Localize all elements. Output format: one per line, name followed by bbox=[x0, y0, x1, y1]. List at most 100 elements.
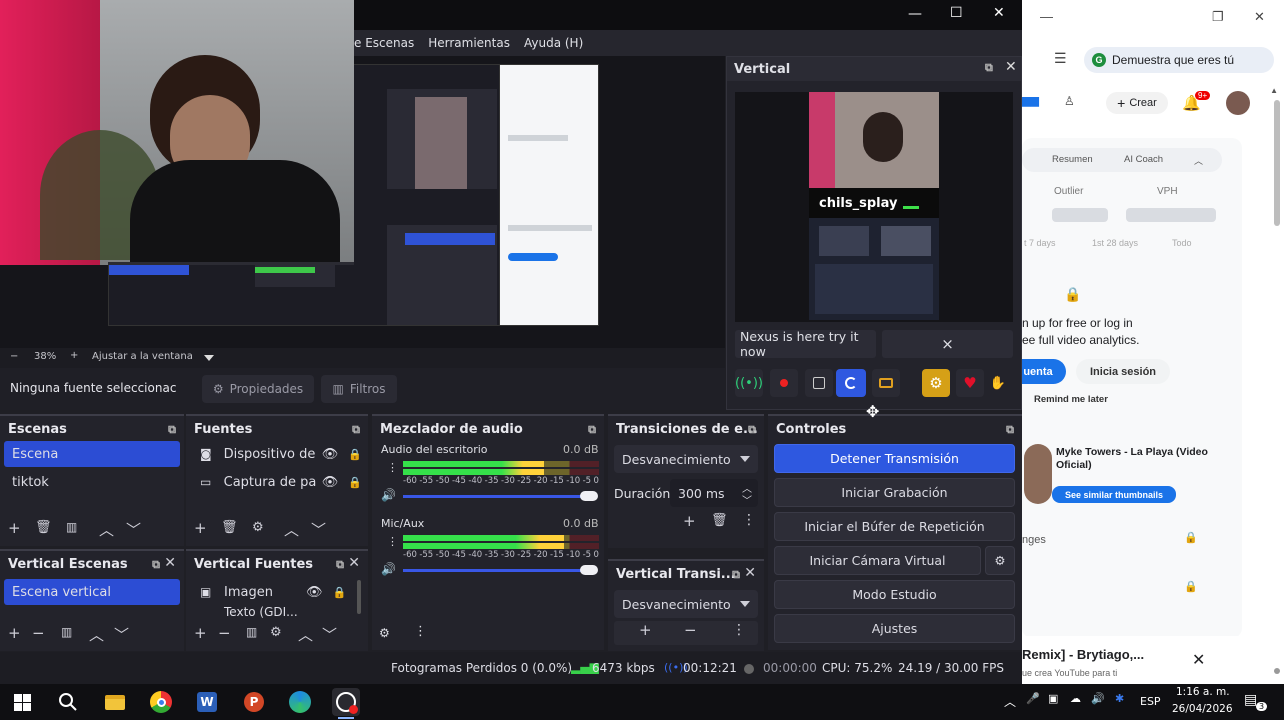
vscene-filter-icon[interactable]: ▥ bbox=[61, 625, 72, 639]
source-item[interactable]: ◙ Dispositivo de ca 👁 🔒 bbox=[192, 441, 362, 467]
fit-window-label[interactable]: Ajustar a la ventana bbox=[92, 351, 193, 362]
verify-pill[interactable]: G Demuestra que eres tú bbox=[1084, 47, 1274, 73]
chevron-up-icon[interactable]: ︿ bbox=[1194, 154, 1203, 167]
move-down-icon[interactable]: ﹀ bbox=[114, 624, 129, 645]
handshake-icon[interactable]: ✋ bbox=[986, 369, 1010, 397]
move-up-icon[interactable]: ︿ bbox=[298, 624, 313, 645]
add-vsource-button[interactable]: + bbox=[194, 624, 207, 642]
move-down-icon[interactable]: ﹀ bbox=[311, 519, 326, 540]
vsource-filter-icon[interactable]: ▥ bbox=[246, 625, 257, 639]
windows-start-icon[interactable] bbox=[8, 688, 36, 716]
banner-close-button[interactable]: × bbox=[882, 330, 1013, 358]
move-up-icon[interactable]: ︿ bbox=[89, 624, 104, 645]
tab-summary[interactable]: Resumen bbox=[1052, 154, 1093, 165]
powerpoint-icon[interactable]: P bbox=[240, 688, 268, 716]
add-source-button[interactable]: + bbox=[194, 519, 207, 537]
volume-slider[interactable] bbox=[403, 569, 597, 572]
settings-gear-icon[interactable]: ⚙ bbox=[922, 369, 950, 397]
replay-icon[interactable] bbox=[836, 369, 866, 397]
clock-time[interactable]: 1:16 a. m. bbox=[1176, 686, 1230, 698]
range-option[interactable]: t 7 days bbox=[1024, 238, 1056, 248]
obs-icon[interactable] bbox=[332, 688, 360, 716]
virtual-camera-settings-button[interactable]: ⚙ bbox=[985, 546, 1015, 575]
scrollbar[interactable] bbox=[357, 580, 361, 614]
minimize-button[interactable]: — bbox=[1040, 9, 1053, 24]
chevron-up-icon[interactable]: ︿ bbox=[1004, 693, 1016, 710]
more-vert-icon[interactable]: ⋮ bbox=[387, 535, 398, 548]
clock-date[interactable]: 26/04/2026 bbox=[1172, 703, 1233, 715]
file-explorer-icon[interactable] bbox=[101, 688, 129, 716]
float-icon[interactable]: ⧉ bbox=[588, 423, 596, 437]
minimize-button[interactable]: — bbox=[908, 6, 922, 22]
range-option[interactable]: Todo bbox=[1172, 238, 1192, 248]
eye-icon[interactable]: 👁 bbox=[322, 447, 339, 462]
scene-item[interactable]: Escena bbox=[4, 441, 180, 467]
account-button[interactable]: uenta bbox=[1022, 359, 1066, 384]
scene-filter-icon[interactable]: ▥ bbox=[66, 520, 77, 534]
remove-vtransition-button[interactable]: − bbox=[684, 621, 697, 639]
range-option[interactable]: 1st 28 days bbox=[1092, 238, 1138, 248]
restore-button[interactable]: ❐ bbox=[1212, 9, 1224, 25]
queue-icon[interactable]: ☰ bbox=[1054, 50, 1067, 67]
move-down-icon[interactable]: ﹀ bbox=[126, 519, 141, 540]
menu-scenes[interactable]: e Escenas bbox=[354, 36, 414, 50]
move-down-icon[interactable]: ﹀ bbox=[322, 624, 337, 645]
lock-icon[interactable]: 🔒 bbox=[333, 586, 347, 599]
remove-vscene-button[interactable]: − bbox=[32, 624, 45, 642]
video-thumbnail[interactable] bbox=[1024, 444, 1052, 504]
move-up-icon[interactable]: ︿ bbox=[284, 519, 299, 540]
add-transition-button[interactable]: + bbox=[683, 512, 696, 530]
close-icon[interactable]: ✕ bbox=[1192, 650, 1205, 670]
scroll-down-indicator[interactable] bbox=[1274, 668, 1280, 674]
filters-button[interactable]: ▥ Filtros bbox=[321, 375, 397, 403]
word-icon[interactable]: W bbox=[193, 688, 221, 716]
chevron-down-icon[interactable] bbox=[204, 355, 214, 361]
float-icon[interactable]: ⧉ bbox=[748, 423, 756, 437]
create-button[interactable]: + Crear bbox=[1106, 92, 1168, 114]
speaker-icon[interactable]: 🔊 bbox=[381, 488, 396, 502]
eye-icon[interactable]: 👁 bbox=[322, 475, 339, 490]
remind-later-link[interactable]: Remind me later bbox=[1034, 394, 1108, 405]
properties-button[interactable]: ⚙ Propiedades bbox=[202, 375, 314, 403]
vertical-source-item[interactable]: Texto (GDI... bbox=[192, 605, 352, 619]
similar-thumbnails-button[interactable]: See similar thumbnails bbox=[1052, 486, 1176, 503]
tab-ai-coach[interactable]: AI Coach bbox=[1124, 154, 1163, 165]
avatar[interactable] bbox=[1226, 91, 1250, 115]
start-recording-button[interactable]: Iniciar Grabación bbox=[774, 478, 1015, 507]
close-icon[interactable]: ✕ bbox=[744, 565, 756, 581]
volume-slider[interactable] bbox=[403, 495, 597, 498]
close-icon[interactable]: ✕ bbox=[348, 555, 360, 571]
vertical-scene-item[interactable]: Escena vertical bbox=[4, 579, 180, 605]
lock-icon[interactable]: 🔒 bbox=[348, 448, 362, 461]
search-icon[interactable] bbox=[54, 688, 82, 716]
zoom-in-button[interactable]: + bbox=[70, 350, 78, 361]
float-icon[interactable]: ⧉ bbox=[732, 568, 740, 582]
zoom-out-button[interactable]: − bbox=[10, 351, 18, 362]
cloud-icon[interactable]: ☁ bbox=[1070, 692, 1081, 705]
more-vert-icon[interactable]: ⋮ bbox=[742, 512, 756, 528]
more-vert-icon[interactable]: ⋮ bbox=[387, 461, 398, 474]
add-vscene-button[interactable]: + bbox=[8, 624, 21, 642]
nexus-banner[interactable]: Nexus is here try it now bbox=[735, 329, 876, 359]
maximize-button[interactable]: ☐ bbox=[950, 5, 963, 21]
source-item[interactable]: ▭ Captura de pant 👁 🔒 bbox=[192, 469, 362, 495]
vertical-source-item[interactable]: ▣ Imagen 👁 🔒 bbox=[192, 579, 352, 605]
float-icon[interactable]: ⧉ bbox=[336, 558, 344, 572]
menu-tools[interactable]: Herramientas bbox=[428, 36, 510, 50]
transition-select[interactable]: Desvanecimiento bbox=[614, 445, 758, 473]
studio-mode-button[interactable]: Modo Estudio bbox=[774, 580, 1015, 609]
close-button[interactable]: ✕ bbox=[993, 5, 1005, 21]
gear-icon[interactable]: ⚙ bbox=[252, 520, 264, 535]
record-icon[interactable] bbox=[770, 369, 798, 397]
add-scene-button[interactable]: + bbox=[8, 519, 21, 537]
volume-icon[interactable]: 🔊 bbox=[1091, 692, 1105, 705]
menu-help[interactable]: Ayuda (H) bbox=[524, 36, 583, 50]
float-icon[interactable]: ⧉ bbox=[985, 61, 993, 75]
mixer-settings-icon[interactable]: ⚙ bbox=[379, 626, 390, 640]
eye-icon[interactable]: 👁 bbox=[306, 585, 323, 600]
trash-icon[interactable]: 🗑 bbox=[35, 520, 52, 535]
trash-icon[interactable]: 🗑 bbox=[711, 513, 728, 528]
close-button[interactable]: ✕ bbox=[1254, 9, 1265, 25]
microphone-icon[interactable]: 🎤 bbox=[1026, 692, 1040, 705]
chrome-icon[interactable] bbox=[147, 688, 175, 716]
